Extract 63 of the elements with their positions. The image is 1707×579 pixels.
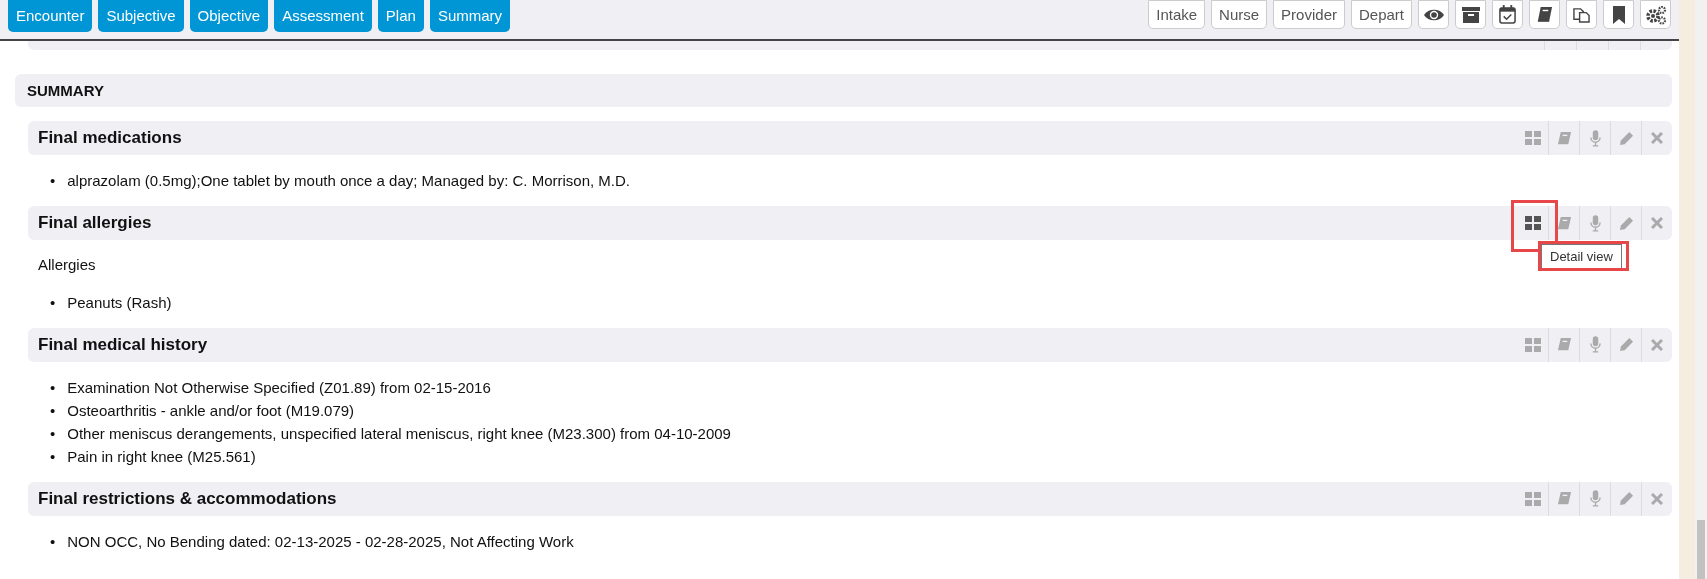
toolbar-button[interactable] [1418, 0, 1449, 29]
scrollbar[interactable] [1695, 0, 1707, 579]
nav-tab[interactable]: Assessment [274, 0, 372, 32]
tooltip: Detail view [1541, 244, 1622, 270]
bullet: • [50, 400, 56, 421]
archive-box-icon [1461, 5, 1480, 24]
list-item: Peanuts (Rash) [67, 292, 172, 313]
bullet: • [50, 531, 56, 552]
workflow-button[interactable]: Provider [1273, 0, 1345, 29]
close-icon[interactable] [1651, 132, 1663, 144]
microphone-icon[interactable] [1589, 214, 1601, 232]
toolbar-button[interactable] [1640, 0, 1671, 29]
book-icon[interactable] [1556, 215, 1572, 231]
nav-tab[interactable]: Summary [429, 0, 511, 32]
book-icon[interactable] [1556, 337, 1572, 352]
section-heading: SUMMARY [15, 74, 1672, 107]
section-title: Final medications [37, 127, 183, 150]
workflow-button[interactable]: Intake [1148, 0, 1206, 29]
bookmark-icon [1611, 5, 1626, 24]
grid-icon[interactable] [1524, 216, 1541, 230]
list-item: NON OCC, No Bending dated: 02-13-2025 - 02-28-2025, Not Affecting Work [67, 531, 574, 552]
copy-icon [1573, 6, 1590, 23]
pencil-icon[interactable] [1618, 337, 1634, 352]
close-icon[interactable] [1651, 338, 1663, 351]
bullet: • [50, 446, 56, 467]
toolbar-button[interactable] [1492, 0, 1523, 29]
nav-tab[interactable]: Encounter [8, 0, 93, 32]
toolbar-button[interactable] [1566, 0, 1597, 29]
list-subtitle: Allergies [38, 255, 96, 275]
section-title: Final allergies [37, 212, 153, 235]
microphone-icon[interactable] [1589, 336, 1601, 353]
workflow-button[interactable]: Nurse [1211, 0, 1268, 29]
close-icon[interactable] [1651, 217, 1663, 229]
book-icon[interactable] [1556, 491, 1572, 506]
nav-tab[interactable]: Objective [189, 0, 269, 32]
list-item: Pain in right knee (M25.561) [67, 446, 256, 467]
list-item: Examination Not Otherwise Specified (Z01.89) from 02-15-2016 [67, 377, 491, 398]
section-title: Final medical history [37, 333, 209, 356]
book-icon [1536, 6, 1553, 23]
list-item: alprazolam (0.5mg);One tablet by mouth once a day; Managed by: C. Morrison, M.D. [67, 171, 631, 191]
close-icon[interactable] [1651, 492, 1663, 505]
microphone-icon[interactable] [1589, 490, 1601, 507]
workflow-button[interactable]: Depart [1350, 0, 1412, 29]
bullet: • [50, 423, 56, 444]
book-icon[interactable] [1556, 130, 1572, 146]
toolbar-button[interactable] [1603, 0, 1634, 29]
gears-icon [1644, 4, 1667, 25]
bullet: • [50, 292, 56, 313]
eye-icon [1422, 7, 1445, 22]
microphone-icon[interactable] [1589, 129, 1601, 147]
toolbar-button[interactable] [1455, 0, 1486, 29]
list-item: Other meniscus derangements, unspecified lateral meniscus, right knee (M23.300) from 04-10-2009 [67, 423, 731, 444]
section-title: Final restrictions & accommodations [37, 487, 338, 510]
toolbar-button[interactable] [1529, 0, 1560, 29]
nav-tab[interactable]: Subjective [98, 0, 184, 32]
pencil-icon[interactable] [1618, 215, 1634, 231]
pencil-icon[interactable] [1618, 491, 1634, 506]
calendar-check-icon [1499, 5, 1516, 24]
pencil-icon[interactable] [1618, 130, 1634, 146]
list-item: Osteoarthritis - ankle and/or foot (M19.079) [67, 400, 355, 421]
nav-tab[interactable]: Plan [377, 0, 424, 32]
bullet: • [50, 171, 56, 191]
bullet: • [50, 377, 56, 398]
